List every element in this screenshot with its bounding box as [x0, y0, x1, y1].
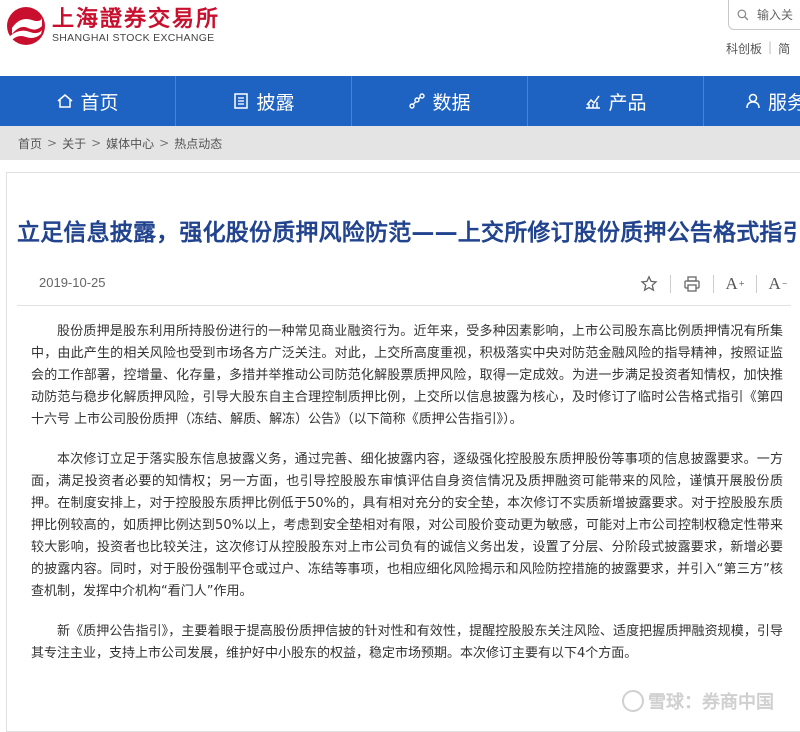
breadcrumb-media-center[interactable]: 媒体中心 — [106, 135, 154, 152]
sse-logo-mark-icon — [6, 6, 46, 46]
article-paragraph: 本次修订立足于落实股东信息披露义务，通过完善、细化披露内容，逐级强化控股股东质押… — [31, 449, 783, 603]
breadcrumb: 首页 > 关于 > 媒体中心 > 热点动态 — [0, 126, 800, 160]
star-market-link[interactable]: 科创板 — [726, 40, 762, 57]
nav-label: 首页 — [80, 88, 118, 115]
logo-english-name: SHANGHAI STOCK EXCHANGE — [52, 33, 220, 44]
logo-chinese-name: 上海證券交易所 — [52, 8, 220, 30]
toolbar-separator — [756, 275, 757, 293]
nav-label: 披露 — [256, 88, 294, 115]
data-icon — [408, 92, 426, 110]
article-meta: 2019-10-25 A+ A− — [39, 271, 791, 301]
search-input[interactable] — [757, 8, 800, 22]
font-decrease-label: A — [769, 274, 781, 294]
search-icon[interactable] — [737, 8, 749, 22]
chart-icon — [584, 92, 602, 110]
language-link[interactable]: 简 — [778, 40, 790, 57]
document-icon — [232, 92, 250, 110]
nav-item-products[interactable]: 产品 — [528, 76, 704, 126]
article-title: 立足信息披露，强化股份质押风险防范——上交所修订股份质押公告格式指引 — [17, 213, 800, 247]
nav-label: 服务 — [768, 88, 800, 115]
nav-label: 产品 — [608, 88, 646, 115]
title-divider — [17, 305, 791, 306]
nav-item-services[interactable]: 服务 — [704, 76, 800, 126]
nav-label: 数据 — [432, 88, 470, 115]
sse-logo[interactable]: 上海證券交易所 SHANGHAI STOCK EXCHANGE — [6, 6, 220, 46]
article-body: 股份质押是股东利用所持股份进行的一种常见商业融资行为。近年来，受多种因素影响，上… — [31, 321, 783, 683]
publish-date: 2019-10-25 — [39, 275, 106, 290]
chevron-right-icon: > — [91, 136, 101, 150]
font-increase-button[interactable]: A+ — [722, 271, 748, 297]
search-box[interactable] — [728, 0, 800, 30]
watermark: 雪球：券商中国 — [622, 688, 774, 714]
breadcrumb-home[interactable]: 首页 — [18, 135, 42, 152]
breadcrumb-hot-news[interactable]: 热点动态 — [174, 135, 222, 152]
toolbar-separator — [713, 275, 714, 293]
article-toolbar: A+ A− — [636, 271, 791, 297]
user-icon — [744, 92, 762, 110]
article: 立足信息披露，强化股份质押风险防范——上交所修订股份质押公告格式指引 2019-… — [6, 172, 800, 732]
nav-item-disclosure[interactable]: 披露 — [176, 76, 352, 126]
sublink-separator: | — [768, 40, 772, 57]
star-icon — [640, 275, 658, 293]
nav-item-data[interactable]: 数据 — [352, 76, 528, 126]
printer-icon — [683, 275, 701, 293]
chevron-right-icon: > — [159, 136, 169, 150]
nav-item-home[interactable]: 首页 — [0, 76, 176, 126]
article-paragraph: 股份质押是股东利用所持股份进行的一种常见商业融资行为。近年来，受多种因素影响，上… — [31, 321, 783, 431]
toolbar-separator — [670, 275, 671, 293]
favorite-button[interactable] — [636, 271, 662, 297]
print-button[interactable] — [679, 271, 705, 297]
main-nav: 首页 披露 数据 产品 服务 — [0, 76, 800, 126]
article-paragraph: 新《质押公告指引》，主要着眼于提高股份质押信披的针对性和有效性，提醒控股股东关注… — [31, 621, 783, 665]
font-increase-label: A — [726, 274, 738, 294]
header-sublinks: 科创板 | 简 — [726, 40, 790, 57]
site-header: 上海證券交易所 SHANGHAI STOCK EXCHANGE 科创板 | 简 — [0, 0, 800, 76]
breadcrumb-about[interactable]: 关于 — [62, 135, 86, 152]
home-icon — [56, 92, 74, 110]
plus-icon: + — [739, 279, 745, 290]
snowball-icon — [622, 690, 644, 712]
font-decrease-button[interactable]: A− — [765, 271, 791, 297]
watermark-text: 雪球：券商中国 — [648, 688, 774, 714]
minus-icon: − — [782, 279, 788, 290]
chevron-right-icon: > — [47, 136, 57, 150]
